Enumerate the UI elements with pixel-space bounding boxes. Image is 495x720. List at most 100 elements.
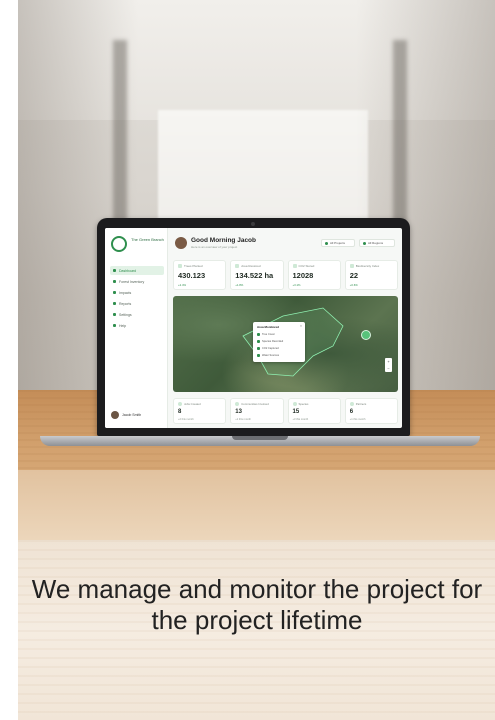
popup-row-label: CO2 Captured — [262, 347, 279, 350]
leaf-icon — [349, 264, 354, 268]
stat-value: 15 — [292, 409, 300, 415]
laptop-screen: The Green Branch Dashboard Forest Invent… — [105, 228, 402, 428]
kpi-card[interactable]: Trees Planted 430.123 +2.4% — [173, 260, 227, 290]
tree-icon — [113, 280, 116, 283]
stat-label: Species — [298, 402, 309, 406]
zoom-out-icon[interactable]: − — [385, 365, 392, 372]
people-icon — [178, 402, 182, 406]
chart-icon — [113, 291, 116, 294]
kpi-label: CO2 Stored — [292, 264, 315, 268]
popup-row-label: Water Sources — [262, 354, 280, 357]
kpi-value: 22 — [349, 271, 359, 280]
handshake-icon — [349, 402, 354, 406]
camera-icon — [251, 222, 255, 226]
sidebar-item-label: Dashboard — [119, 268, 137, 273]
sidebar-item-dashboard[interactable]: Dashboard — [110, 266, 164, 275]
stat-value: 13 — [235, 409, 242, 415]
kpi-value: 430.123 — [178, 271, 206, 280]
table-edge — [18, 470, 495, 540]
tree-icon — [257, 333, 260, 336]
brand-name: The Green Branch — [131, 237, 164, 242]
sidebar-nav: Dashboard Forest Inventory Impacts Repor… — [110, 266, 164, 332]
region-filter-dropdown[interactable]: All Regions — [359, 239, 395, 247]
stat-label: Jobs Created — [184, 402, 201, 406]
greeting-subtitle: Here is an overview of your project — [191, 245, 238, 249]
stat-cards: Jobs Created 8 +2 this month Communities… — [173, 398, 398, 424]
user-name: Jacob Smith — [122, 413, 142, 417]
water-icon — [257, 354, 260, 357]
sidebar-item-label: Reports — [119, 301, 132, 306]
stat-value: 6 — [349, 409, 354, 415]
zoom-control[interactable]: + − — [385, 358, 392, 372]
popup-row: Species Recorded — [257, 340, 283, 343]
kpi-label: Trees Planted — [178, 264, 203, 268]
gear-icon — [113, 313, 116, 316]
tree-logo-icon — [111, 236, 127, 252]
topbar: Good Morning Jacob Here is an overview o… — [173, 234, 398, 254]
kpi-label-text: Trees Planted — [184, 264, 203, 268]
stat-footnote: +1 this month — [349, 418, 366, 421]
laptop: The Green Branch Dashboard Forest Invent… — [97, 218, 410, 436]
kpi-card[interactable]: Area Restored 134.522 ha +1.8% — [230, 260, 284, 290]
species-icon — [257, 340, 260, 343]
close-icon[interactable]: × — [300, 324, 302, 328]
stat-footnote: +1 this month — [235, 418, 251, 421]
tree-icon — [178, 264, 182, 268]
popup-row-label: Tree Cover — [262, 333, 275, 336]
sidebar-item-help[interactable]: Help — [110, 321, 164, 330]
filter-label: All Projects — [330, 241, 346, 245]
stat-card[interactable]: Partners 6 +1 this month — [344, 398, 398, 424]
slide-caption: We manage and monitor the project for th… — [31, 574, 483, 635]
stat-value: 8 — [178, 409, 182, 415]
popup-row: Tree Cover — [257, 333, 275, 336]
kpi-card[interactable]: Biodiversity Index 22 +0.6% — [344, 260, 398, 290]
kpi-change: +1.8% — [235, 283, 244, 287]
kpi-change: +0.6% — [349, 283, 358, 287]
popup-row: Water Sources — [257, 354, 279, 357]
sidebar-item-settings[interactable]: Settings — [110, 310, 164, 319]
kpi-label: Area Restored — [235, 264, 261, 268]
kpi-label-text: Area Restored — [241, 264, 261, 268]
cloud-icon — [257, 347, 260, 350]
popup-row-label: Species Recorded — [262, 340, 284, 343]
satellite-map[interactable]: Area Monitored × Tree Cover Species Reco… — [173, 296, 398, 392]
sidebar-item-label: Forest Inventory — [119, 279, 145, 284]
sidebar-item-reports[interactable]: Reports — [110, 299, 164, 308]
kpi-value: 12028 — [292, 271, 314, 280]
stat-footnote: +3 this month — [292, 418, 309, 421]
sidebar-item-inventory[interactable]: Forest Inventory — [110, 277, 164, 286]
popup-row: CO2 Captured — [257, 347, 279, 350]
help-icon — [113, 324, 116, 327]
greeting-title: Good Morning Jacob — [191, 237, 256, 244]
filter-icon — [363, 241, 366, 245]
sidebar-item-label: Help — [119, 323, 127, 328]
sidebar: The Green Branch Dashboard Forest Invent… — [105, 228, 168, 428]
kpi-label-text: CO2 Stored — [298, 264, 315, 268]
zoom-in-icon[interactable]: + — [385, 358, 392, 365]
stat-label: Communities Involved — [241, 402, 269, 406]
stat-footnote: +2 this month — [178, 418, 194, 421]
kpi-card[interactable]: CO2 Stored 12028 +3.1% — [287, 260, 341, 290]
stat-card[interactable]: Species 15 +3 this month — [287, 398, 341, 424]
project-filter-dropdown[interactable]: All Projects — [321, 239, 355, 247]
stat-card[interactable]: Communities Involved 13 +1 this month — [230, 398, 284, 424]
location-pin-icon[interactable] — [361, 330, 371, 340]
sidebar-item-impacts[interactable]: Impacts — [110, 288, 164, 297]
avatar — [175, 237, 187, 249]
sidebar-item-label: Impacts — [119, 290, 132, 295]
stat-label: Partners — [355, 402, 367, 406]
species-icon — [292, 402, 297, 406]
avatar — [111, 411, 119, 419]
laptop-notch — [232, 436, 288, 440]
map-popup: Area Monitored × Tree Cover Species Reco… — [253, 322, 305, 362]
kpi-change: +2.4% — [178, 283, 187, 287]
popup-title: Area Monitored — [257, 325, 280, 329]
filter-icon — [325, 241, 328, 245]
stat-card[interactable]: Jobs Created 8 +2 this month — [173, 398, 227, 424]
community-icon — [235, 402, 240, 406]
kpi-value: 134.522 ha — [235, 271, 274, 280]
document-icon — [113, 302, 116, 305]
dashboard-icon — [113, 269, 116, 272]
user-profile[interactable]: Jacob Smith — [111, 411, 141, 419]
cloud-icon — [292, 264, 297, 268]
